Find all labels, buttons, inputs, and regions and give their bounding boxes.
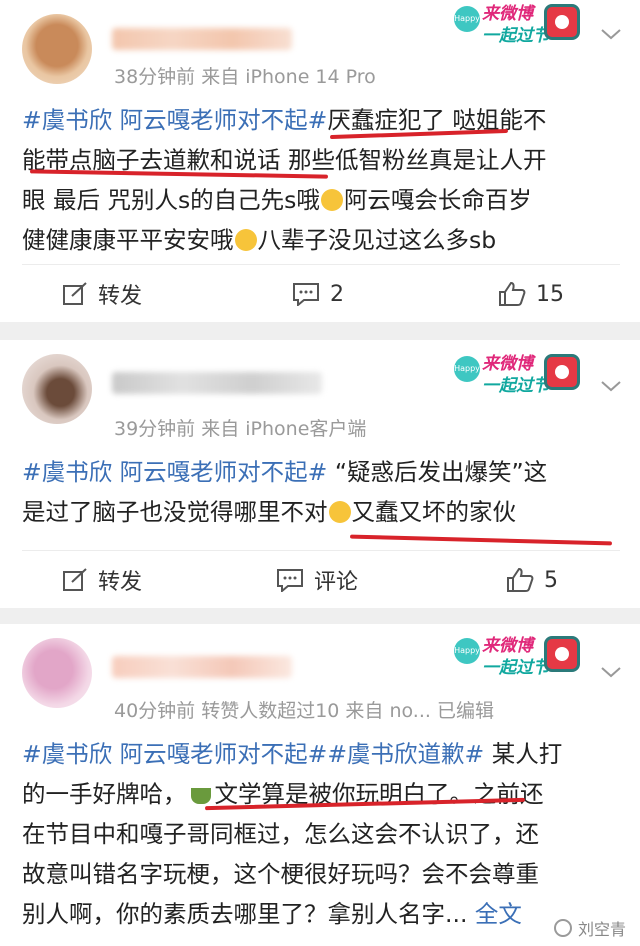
post-meta: 38分钟前 来自 iPhone 14 Pro (114, 66, 376, 88)
comment-button[interactable]: 2 (292, 266, 344, 322)
comment-button[interactable]: 评论 (276, 552, 358, 608)
thinking-emoji-icon (328, 501, 351, 523)
like-button[interactable]: 15 (498, 266, 564, 322)
avatar[interactable] (22, 354, 92, 424)
happy-icon: Happy (454, 638, 480, 664)
watermark: 刘空青 (553, 916, 626, 940)
avatar[interactable] (22, 14, 92, 84)
repost-icon (63, 568, 87, 591)
thumbs-up-icon (507, 567, 534, 592)
tea-cup-emoji-icon (190, 788, 211, 804)
happy-icon: Happy (454, 6, 480, 32)
repost-button[interactable]: 转发 (62, 266, 142, 322)
action-bar: 转发 评论 5 (0, 552, 640, 608)
weibo-post-2: 39分钟前 来自 iPhone客户端 Happy 来微博 一起过节 #虞书欣 阿… (0, 340, 640, 608)
hashtag-link[interactable]: #虞书欣 阿云嘎老师对不起# (22, 106, 327, 134)
happy-icon: Happy (454, 356, 480, 382)
weibo-post-3: 40分钟前 转赞人数超过10 来自 no... 已编辑 Happy 来微博 一起… (0, 624, 640, 946)
full-text-link[interactable]: 全文 (475, 900, 522, 928)
repost-button[interactable]: 转发 (62, 552, 142, 608)
comment-icon (293, 283, 319, 306)
avatar[interactable] (22, 638, 92, 708)
username-blurred[interactable] (112, 372, 322, 394)
divider (22, 550, 620, 551)
mascot-icon (544, 636, 580, 672)
post-meta: 40分钟前 转赞人数超过10 来自 no... 已编辑 (114, 700, 494, 722)
festival-badge[interactable]: Happy 来微博 一起过节 (454, 2, 580, 48)
chevron-down-icon[interactable] (600, 28, 622, 40)
festival-badge[interactable]: Happy 来微博 一起过节 (454, 352, 580, 398)
hashtag-link[interactable]: #虞书欣 阿云嘎老师对不起# (22, 458, 327, 486)
chevron-down-icon[interactable] (600, 666, 622, 678)
hashtag-link[interactable]: #虞书欣 阿云嘎老师对不起##虞书欣道歉# (22, 740, 484, 768)
divider (22, 264, 620, 265)
chevron-down-icon[interactable] (600, 380, 622, 392)
post-text: #虞书欣 阿云嘎老师对不起##虞书欣道歉# 某人打 的一手好牌哈， 文学算是被你玩… (22, 740, 563, 928)
weibo-post-1: 38分钟前 来自 iPhone 14 Pro Happy 来微博 一起过节 #虞… (0, 0, 640, 322)
username-blurred[interactable] (112, 28, 292, 50)
repost-icon (63, 282, 87, 305)
post-meta: 39分钟前 来自 iPhone客户端 (114, 418, 367, 440)
action-bar: 转发 2 15 (0, 266, 640, 322)
mascot-icon (544, 4, 580, 40)
laugh-emoji-icon (234, 229, 257, 251)
username-blurred[interactable] (112, 656, 292, 678)
post-text: #虞书欣 阿云嘎老师对不起#厌蠢症犯了 哒姐能不 能带点脑子去道歉和说话 那些低… (22, 106, 547, 254)
red-underline (349, 534, 613, 546)
mascot-icon (544, 354, 580, 390)
thumbs-up-icon (499, 281, 526, 306)
festival-badge[interactable]: Happy 来微博 一起过节 (454, 634, 580, 680)
wechat-icon (553, 919, 572, 937)
comment-icon (277, 569, 303, 592)
post-text: #虞书欣 阿云嘎老师对不起# “疑惑后发出爆笑”这 是过了脑子也没觉得哪里不对又… (22, 458, 548, 526)
smile-emoji-icon (320, 189, 343, 211)
like-button[interactable]: 5 (506, 552, 558, 608)
